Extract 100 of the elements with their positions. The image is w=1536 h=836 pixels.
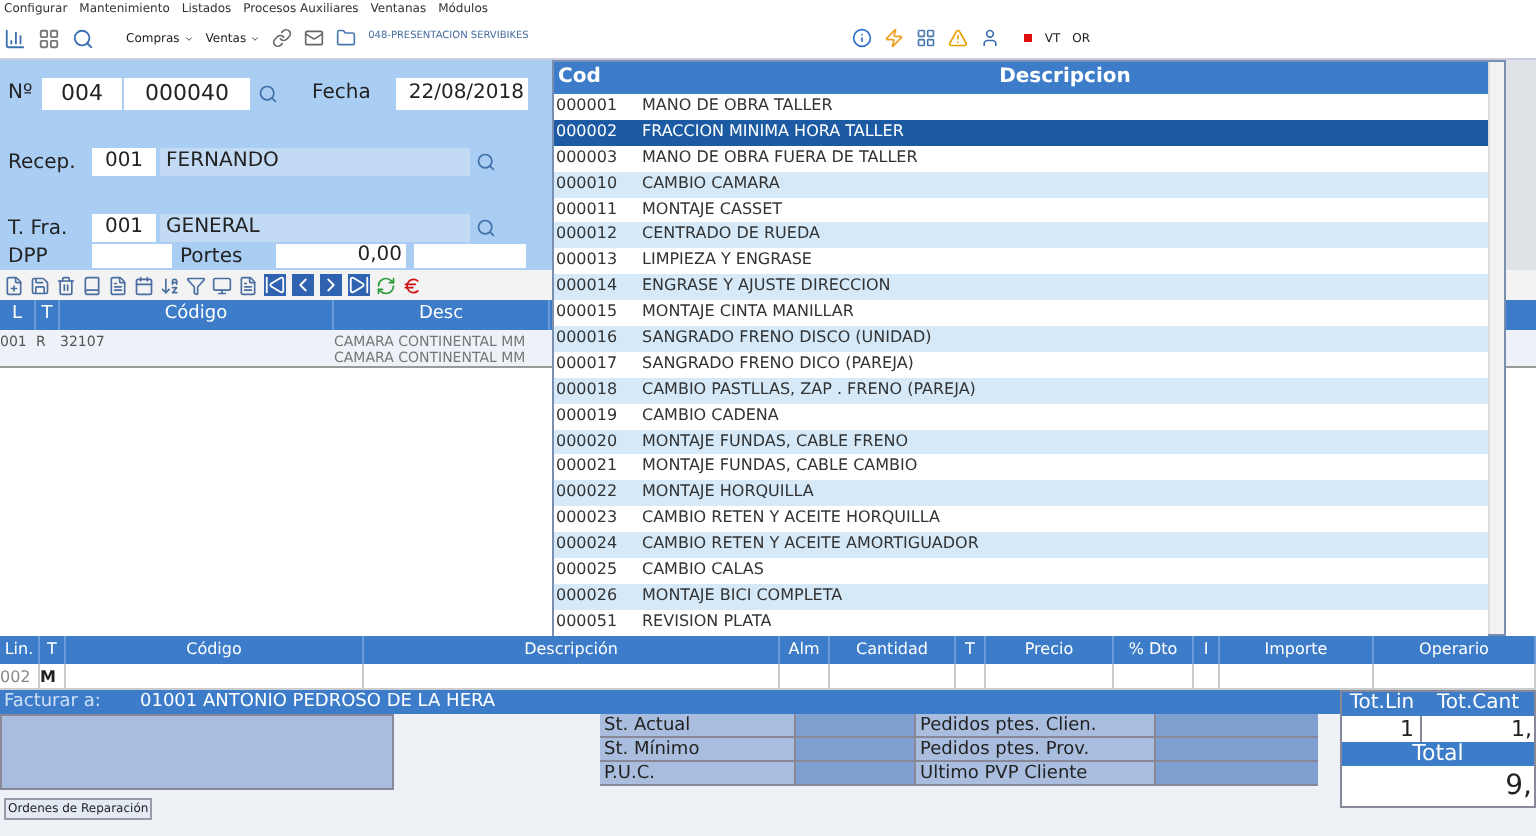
monitor-icon[interactable]: [212, 275, 232, 295]
link-icon[interactable]: [272, 28, 293, 48]
list-row[interactable]: 000010 CAMBIO CAMARA: [554, 171, 1488, 198]
list-row[interactable]: 000020 MONTAJE FUNDAS, CABLE FRENO: [554, 429, 1488, 455]
code-cell-text: 000017: [554, 351, 620, 376]
caret-icon: [250, 33, 261, 43]
recep-code-field[interactable]: 001: [92, 148, 156, 176]
book-icon[interactable]: [82, 275, 102, 295]
mail-icon[interactable]: [304, 28, 325, 48]
stock-label: St. Actual: [600, 714, 794, 738]
chart-icon[interactable]: [4, 27, 26, 49]
description-cell-text: LIMPIEZA Y ENGRASE: [642, 248, 812, 273]
new-document-icon[interactable]: [4, 275, 24, 295]
code-cell-text: 000022: [554, 480, 620, 505]
numero-label: Nº: [8, 80, 35, 108]
folder-icon[interactable]: [336, 28, 357, 48]
tfra-name-field[interactable]: GENERAL: [160, 214, 470, 242]
stock-label: P.U.C.: [600, 762, 794, 786]
description-cell-text: MANO DE OBRA FUERA DE TALLER: [642, 145, 918, 170]
description-cell-text: CAMBIO CAMARA: [642, 171, 780, 196]
list-row[interactable]: 000011 MONTAJE CASSET: [554, 197, 1488, 223]
description-cell-text: CAMBIO RETEN Y ACEITE AMORTIGUADOR: [642, 532, 979, 557]
stock-value: [794, 738, 914, 762]
code-cell-text: 000015: [554, 300, 620, 325]
search-icon[interactable]: [258, 83, 278, 103]
numero-field[interactable]: 000040: [124, 77, 250, 109]
search-icon[interactable]: [72, 27, 94, 49]
column-header[interactable]: Cod: [554, 62, 642, 94]
code-cell-text: 000025: [554, 558, 620, 583]
description-cell-text: SANGRADO FRENO DISCO (UNIDAD): [642, 326, 932, 351]
serie-field[interactable]: 004: [42, 77, 122, 109]
portes-label: Portes: [180, 243, 245, 271]
fecha-field[interactable]: 22/08/2018: [396, 77, 528, 109]
previous-record-icon[interactable]: [292, 274, 314, 296]
scrollbar[interactable]: [1488, 62, 1504, 634]
pedidos-label: Pedidos ptes. Prov.: [914, 738, 1154, 762]
list-row[interactable]: 000051 REVISION PLATA: [554, 609, 1488, 636]
code-cell-text: 000024: [554, 532, 620, 557]
stock-value: [794, 714, 914, 738]
total-label: Total: [1342, 742, 1534, 766]
recep-name-field[interactable]: FERNANDO: [160, 148, 470, 176]
refresh-icon[interactable]: [376, 275, 396, 295]
tfra-code-field[interactable]: 001: [92, 214, 156, 242]
pedidos-label: Pedidos ptes. Clien.: [914, 714, 1154, 738]
list-row[interactable]: 000018 CAMBIO PASTLLAS, ZAP . FRENO (PAREJA): [554, 377, 1488, 404]
code-cell-text: 000018: [554, 377, 620, 402]
list-row[interactable]: 000014 ENGRASE Y AJUSTE DIRECCION: [554, 274, 1488, 301]
next-record-icon[interactable]: [320, 274, 342, 296]
code-cell-text: 000014: [554, 274, 620, 299]
description-cell-text: CAMBIO CALAS: [642, 558, 764, 583]
list-row[interactable]: 000024 CAMBIO RETEN Y ACEITE AMORTIGUADOR: [554, 532, 1488, 559]
user-icon[interactable]: [980, 28, 1001, 48]
list-row[interactable]: 000016 SANGRADO FRENO DISCO (UNIDAD): [554, 326, 1488, 352]
description-cell-text: ENGRASE Y AJUSTE DIRECCION: [642, 274, 891, 299]
description-cell-text: CAMBIO CADENA: [642, 403, 779, 428]
description-cell-text: MANO DE OBRA TALLER: [642, 94, 833, 118]
code-cell-text: 000026: [554, 583, 620, 608]
facturar-value: 01001 ANTONIO PEDROSO DE LA HERA: [140, 690, 496, 714]
code-cell-text: 000020: [554, 429, 620, 454]
euro-icon[interactable]: [402, 275, 422, 295]
total-value: 9,: [1503, 768, 1534, 806]
code-cell-text: 000021: [554, 454, 620, 479]
document-icon[interactable]: [108, 275, 128, 295]
code-cell-text: 000013: [554, 248, 620, 273]
description-cell-text: MONTAJE FUNDAS, CABLE CAMBIO: [642, 454, 918, 479]
grid-icon[interactable]: [916, 28, 937, 48]
code-cell-text: 000051: [554, 609, 620, 634]
list-row[interactable]: 000022 MONTAJE HORQUILLA: [554, 480, 1488, 507]
info-icon[interactable]: [852, 28, 873, 48]
last-record-icon[interactable]: [348, 274, 370, 296]
dpp-field[interactable]: [92, 244, 172, 268]
list-row[interactable]: 000021 MONTAJE FUNDAS, CABLE CAMBIO: [554, 454, 1488, 481]
list-row[interactable]: 000026 MONTAJE BICI COMPLETA: [554, 583, 1488, 610]
code-cell-text: 000003: [554, 145, 620, 170]
filter-icon[interactable]: [186, 275, 206, 295]
extra-field[interactable]: [414, 244, 526, 268]
description-cell-text: MONTAJE HORQUILLA: [642, 480, 814, 505]
square-icon: [1024, 34, 1033, 42]
save-icon[interactable]: [30, 275, 50, 295]
grid-icon[interactable]: [38, 27, 60, 49]
document-icon[interactable]: [238, 275, 258, 295]
description-cell-text: MONTAJE BICI COMPLETA: [642, 583, 843, 608]
search-icon[interactable]: [476, 218, 496, 238]
column-header[interactable]: Descripcion: [642, 62, 1488, 94]
code-cell-text: 000010: [554, 171, 620, 196]
caret-icon: [183, 33, 194, 43]
description-cell-text: MONTAJE CASSET: [642, 197, 783, 222]
first-record-icon[interactable]: [264, 274, 286, 296]
search-icon[interactable]: [476, 152, 496, 172]
code-cell-text: 000016: [554, 326, 620, 351]
sort-icon[interactable]: [160, 275, 180, 295]
code-cell-text: 000002: [554, 119, 620, 144]
description-cell-text: CAMBIO PASTLLAS, ZAP . FRENO (PAREJA): [642, 377, 976, 402]
portes-field[interactable]: 0,00: [276, 244, 406, 268]
dpp-label: DPP: [8, 243, 50, 271]
trash-icon[interactable]: [56, 275, 76, 295]
list-row[interactable]: 000002 FRACCION MINIMA HORA TALLER: [554, 119, 1488, 146]
calendar-icon[interactable]: [134, 275, 154, 295]
stock-value: [794, 762, 914, 786]
list-row[interactable]: 000012 CENTRADO DE RUEDA: [554, 222, 1488, 249]
